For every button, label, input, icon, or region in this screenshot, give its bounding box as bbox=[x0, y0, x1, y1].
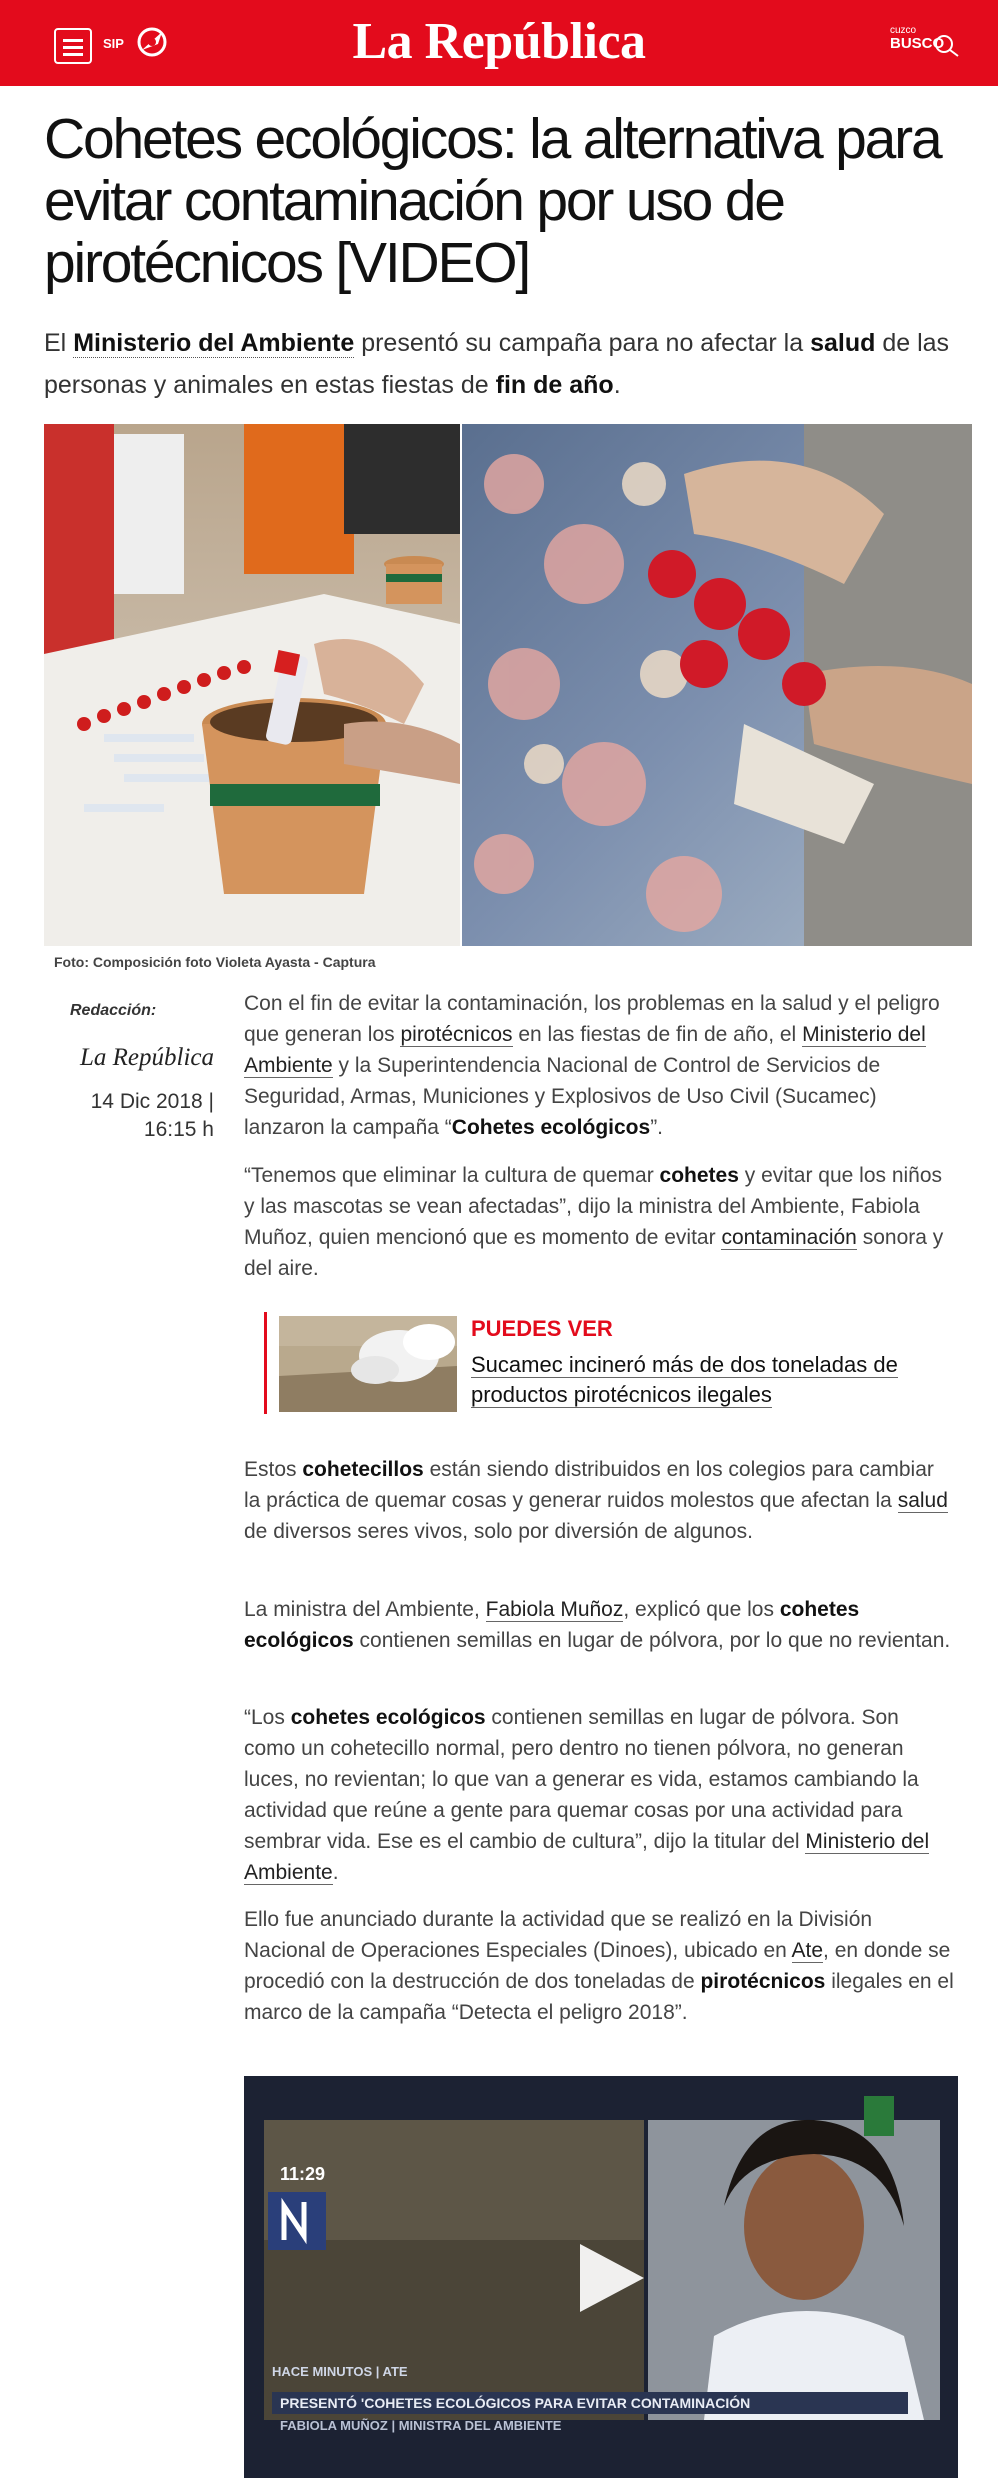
text: “Los bbox=[244, 1706, 291, 1729]
bold-text: cohetes bbox=[659, 1164, 739, 1187]
link-pirotecnicos[interactable]: pirotécnicos bbox=[400, 1023, 513, 1047]
related-article[interactable]: PUEDES VER Sucamec incineró más de dos t… bbox=[264, 1312, 924, 1414]
text: Estos bbox=[244, 1458, 303, 1481]
text: en las fiestas de fin de año, el bbox=[512, 1023, 803, 1046]
related-thumbnail[interactable] bbox=[279, 1316, 457, 1412]
video-tag: HACE MINUTOS | ATE bbox=[272, 2364, 408, 2379]
byline-date: 14 Dic 2018 | bbox=[90, 1090, 214, 1113]
hero-image bbox=[44, 424, 972, 946]
deck-text: . bbox=[613, 371, 621, 399]
related-kicker: PUEDES VER bbox=[471, 1316, 613, 1341]
deck-bold: fin de año bbox=[495, 371, 614, 399]
image-caption: Foto: Composición foto Violeta Ayasta - … bbox=[54, 954, 376, 970]
magnifier-icon bbox=[935, 35, 959, 57]
byline: Redacción: La República 14 Dic 2018 | 16… bbox=[54, 1002, 214, 1144]
related-title[interactable]: Sucamec incineró más de dos toneladas de… bbox=[471, 1352, 898, 1408]
bold-text: cohetecillos bbox=[302, 1458, 424, 1481]
link-salud[interactable]: salud bbox=[897, 1489, 948, 1513]
video-player[interactable]: 11:29 HACE MINUTOS | ATE PRESENTÓ 'COHET… bbox=[244, 2076, 958, 2478]
byline-label: Redacción: bbox=[70, 1002, 157, 1019]
bold-text: Cohetes ecológicos bbox=[451, 1116, 651, 1139]
article-deck: El Ministerio del Ambiente presentó su c… bbox=[44, 322, 964, 406]
video-speaker: FABIOLA MUÑOZ | MINISTRA DEL AMBIENTE bbox=[280, 2418, 562, 2433]
text: “Tenemos que eliminar la cultura de quem… bbox=[244, 1164, 660, 1187]
deck-link-ministerio[interactable]: Ministerio del Ambiente bbox=[73, 329, 355, 358]
paragraph-4: La ministra del Ambiente, Fabiola Muñoz,… bbox=[244, 1594, 956, 1656]
deck-text: El bbox=[44, 329, 74, 357]
text: . bbox=[332, 1861, 339, 1884]
bold-text: cohetes ecológicos bbox=[290, 1706, 486, 1729]
deck-text: presentó su campaña para no afectar la bbox=[354, 329, 811, 357]
paragraph-1: Con el fin de evitar la contaminación, l… bbox=[244, 988, 956, 1143]
text: ”. bbox=[650, 1116, 664, 1139]
article-headline: Cohetes ecológicos: la alternativa para … bbox=[44, 107, 943, 295]
cuzco-busco-link[interactable]: cuzco BUSCO bbox=[890, 26, 959, 57]
text: de diversos seres vivos, solo por divers… bbox=[244, 1520, 753, 1543]
deck-bold: salud bbox=[810, 329, 876, 357]
byline-author[interactable]: La República bbox=[54, 1044, 214, 1072]
byline-time: 16:15 h bbox=[143, 1118, 214, 1141]
play-icon[interactable] bbox=[570, 2238, 650, 2318]
paragraph-3: Estos cohetecillos están siendo distribu… bbox=[244, 1454, 956, 1547]
link-fabiola-munoz[interactable]: Fabiola Muñoz bbox=[485, 1598, 624, 1622]
video-headline: PRESENTÓ 'COHETES ECOLÓGICOS PARA EVITAR… bbox=[272, 2392, 908, 2414]
link-ate[interactable]: Ate bbox=[791, 1939, 824, 1963]
video-time: 11:29 bbox=[280, 2164, 326, 2184]
link-contaminacion[interactable]: contaminación bbox=[721, 1226, 857, 1250]
paragraph-5: “Los cohetes ecológicos contienen semill… bbox=[244, 1702, 956, 1888]
site-logo[interactable]: La República bbox=[0, 12, 998, 71]
text: La ministra del Ambiente, bbox=[244, 1598, 486, 1621]
related-title-link[interactable]: Sucamec incineró más de dos toneladas de… bbox=[471, 1350, 911, 1410]
site-header: SIP La República cuzco BUSCO bbox=[0, 0, 998, 86]
text: , explicó que los bbox=[623, 1598, 780, 1621]
bold-text: pirotécnicos bbox=[700, 1970, 826, 1993]
text: contienen semillas en lugar de pólvora, … bbox=[353, 1629, 951, 1652]
paragraph-2: “Tenemos que eliminar la cultura de quem… bbox=[244, 1160, 956, 1284]
paragraph-6: Ello fue anunciado durante la actividad … bbox=[244, 1904, 956, 2028]
text: Ello fue anunciado durante la actividad … bbox=[244, 1908, 873, 1962]
